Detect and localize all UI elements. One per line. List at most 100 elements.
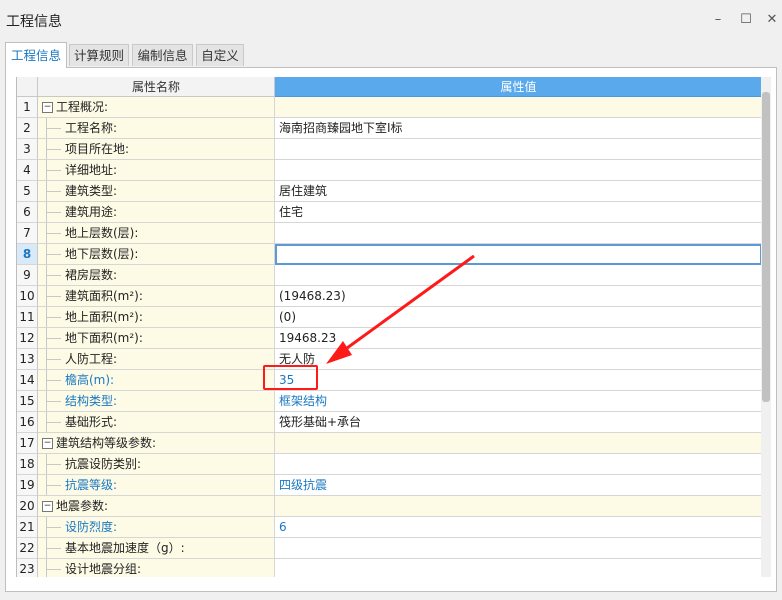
property-name-cell[interactable]: 抗震设防类别: bbox=[38, 454, 275, 475]
property-value-cell[interactable] bbox=[275, 97, 762, 118]
property-name-cell[interactable]: − 地震参数: bbox=[38, 496, 275, 517]
table-row[interactable]: 15 结构类型: 框架结构 bbox=[17, 391, 762, 412]
property-value-cell[interactable]: 住宅 bbox=[275, 202, 762, 223]
table-row[interactable]: 9 裙房层数: bbox=[17, 265, 762, 286]
property-name-cell[interactable]: 结构类型: bbox=[38, 391, 275, 412]
table-row[interactable]: 17− 建筑结构等级参数: bbox=[17, 433, 762, 454]
header-property-value[interactable]: 属性值 bbox=[275, 77, 762, 97]
property-value-cell[interactable] bbox=[275, 160, 762, 181]
property-name-cell[interactable]: 项目所在地: bbox=[38, 139, 275, 160]
header-property-name[interactable]: 属性名称 bbox=[38, 77, 275, 97]
collapse-icon[interactable]: − bbox=[42, 102, 53, 113]
close-icon[interactable]: ✕ bbox=[762, 10, 782, 30]
property-name-cell[interactable]: 设计地震分组: bbox=[38, 559, 275, 577]
property-name-cell[interactable]: 裙房层数: bbox=[38, 265, 275, 286]
property-name-cell[interactable]: 设防烈度: bbox=[38, 517, 275, 538]
row-number: 14 bbox=[17, 370, 38, 391]
row-number: 2 bbox=[17, 118, 38, 139]
scrollbar-thumb[interactable] bbox=[762, 92, 770, 402]
table-row[interactable]: 23 设计地震分组: bbox=[17, 559, 762, 577]
property-name-cell[interactable]: 基本地震加速度（g）: bbox=[38, 538, 275, 559]
tab-project-info[interactable]: 工程信息 bbox=[5, 42, 67, 68]
property-name-label: 工程概况: bbox=[56, 100, 109, 114]
property-value-cell[interactable]: 无人防 bbox=[275, 349, 762, 370]
table-row[interactable]: 1− 工程概况: bbox=[17, 97, 762, 118]
tree-connector-branch bbox=[47, 527, 61, 528]
property-value-cell[interactable] bbox=[275, 559, 762, 577]
table-row[interactable]: 11 地上面积(m²): (0) bbox=[17, 307, 762, 328]
tree-connector-branch bbox=[47, 464, 61, 465]
table-row[interactable]: 8 地下层数(层): bbox=[17, 244, 762, 265]
collapse-icon[interactable]: − bbox=[42, 438, 53, 449]
property-name-cell[interactable]: 建筑类型: bbox=[38, 181, 275, 202]
row-number: 3 bbox=[17, 139, 38, 160]
table-row[interactable]: 18 抗震设防类别: bbox=[17, 454, 762, 475]
property-name-cell[interactable]: 檐高(m): bbox=[38, 370, 275, 391]
property-value-cell[interactable]: 四级抗震 bbox=[275, 475, 762, 496]
property-value-cell[interactable] bbox=[275, 139, 762, 160]
property-name-cell[interactable]: − 工程概况: bbox=[38, 97, 275, 118]
property-value-cell[interactable]: 居住建筑 bbox=[275, 181, 762, 202]
property-name-cell[interactable]: 抗震等级: bbox=[38, 475, 275, 496]
table-row[interactable]: 20− 地震参数: bbox=[17, 496, 762, 517]
property-name-cell[interactable]: 人防工程: bbox=[38, 349, 275, 370]
row-number: 6 bbox=[17, 202, 38, 223]
property-panel: 属性名称 属性值 1− 工程概况: 2 工程名称: 海南招商臻园地下室I标 3 项目所在地:… bbox=[5, 67, 777, 592]
table-row[interactable]: 14 檐高(m): 35 bbox=[17, 370, 762, 391]
table-row[interactable]: 7 地上层数(层): bbox=[17, 223, 762, 244]
tab-calc-rules[interactable]: 计算规则 bbox=[69, 44, 129, 66]
property-name-cell[interactable]: 地下层数(层): bbox=[38, 244, 275, 265]
maximize-icon[interactable]: ☐ bbox=[736, 10, 756, 30]
table-row[interactable]: 4 详细地址: bbox=[17, 160, 762, 181]
table-row[interactable]: 19 抗震等级: 四级抗震 bbox=[17, 475, 762, 496]
row-number: 21 bbox=[17, 517, 38, 538]
table-row[interactable]: 5 建筑类型: 居住建筑 bbox=[17, 181, 762, 202]
property-value-input[interactable] bbox=[275, 244, 762, 265]
property-name-cell[interactable]: 地下面积(m²): bbox=[38, 328, 275, 349]
property-name-cell[interactable]: 建筑面积(m²): bbox=[38, 286, 275, 307]
table-row[interactable]: 10 建筑面积(m²): (19468.23) bbox=[17, 286, 762, 307]
property-name-cell[interactable]: 建筑用途: bbox=[38, 202, 275, 223]
property-name-cell[interactable]: 详细地址: bbox=[38, 160, 275, 181]
property-name-cell[interactable]: 地上层数(层): bbox=[38, 223, 275, 244]
property-name-cell[interactable]: 基础形式: bbox=[38, 412, 275, 433]
property-name-cell[interactable]: − 建筑结构等级参数: bbox=[38, 433, 275, 454]
property-value-cell[interactable] bbox=[275, 454, 762, 475]
property-value-cell[interactable]: 6 bbox=[275, 517, 762, 538]
property-value-cell[interactable]: 19468.23 bbox=[275, 328, 762, 349]
table-row[interactable]: 2 工程名称: 海南招商臻园地下室I标 bbox=[17, 118, 762, 139]
property-name-label: 结构类型: bbox=[65, 394, 118, 408]
table-row[interactable]: 13 人防工程: 无人防 bbox=[17, 349, 762, 370]
table-row[interactable]: 22 基本地震加速度（g）: bbox=[17, 538, 762, 559]
property-name-label: 地上层数(层): bbox=[65, 226, 139, 240]
minimize-icon[interactable]: – bbox=[708, 10, 728, 30]
property-name-label: 工程名称: bbox=[65, 121, 118, 135]
tree-connector-line bbox=[46, 559, 47, 577]
property-value-cell[interactable]: (0) bbox=[275, 307, 762, 328]
property-name-label: 详细地址: bbox=[65, 163, 118, 177]
property-name-cell[interactable]: 地上面积(m²): bbox=[38, 307, 275, 328]
property-value-cell[interactable]: 35 bbox=[275, 370, 762, 391]
table-row[interactable]: 21 设防烈度: 6 bbox=[17, 517, 762, 538]
property-value-cell[interactable] bbox=[275, 223, 762, 244]
tab-custom[interactable]: 自定义 bbox=[196, 44, 244, 66]
property-value-cell[interactable]: 框架结构 bbox=[275, 391, 762, 412]
property-value-cell[interactable] bbox=[275, 496, 762, 517]
property-value-cell[interactable]: 海南招商臻园地下室I标 bbox=[275, 118, 762, 139]
tree-connector-branch bbox=[47, 254, 61, 255]
property-value-cell[interactable]: 筏形基础+承台 bbox=[275, 412, 762, 433]
collapse-icon[interactable]: − bbox=[42, 501, 53, 512]
property-name-cell[interactable]: 工程名称: bbox=[38, 118, 275, 139]
row-number: 9 bbox=[17, 265, 38, 286]
property-value-cell[interactable] bbox=[275, 433, 762, 454]
property-value-cell[interactable] bbox=[275, 538, 762, 559]
table-row[interactable]: 16 基础形式: 筏形基础+承台 bbox=[17, 412, 762, 433]
table-row[interactable]: 12 地下面积(m²): 19468.23 bbox=[17, 328, 762, 349]
property-value-cell[interactable] bbox=[275, 265, 762, 286]
tab-compile-info[interactable]: 编制信息 bbox=[132, 44, 193, 66]
property-name-label: 地下层数(层): bbox=[65, 247, 139, 261]
property-value-cell[interactable]: (19468.23) bbox=[275, 286, 762, 307]
table-row[interactable]: 3 项目所在地: bbox=[17, 139, 762, 160]
table-row[interactable]: 6 建筑用途: 住宅 bbox=[17, 202, 762, 223]
property-name-label: 地下面积(m²): bbox=[65, 331, 143, 345]
